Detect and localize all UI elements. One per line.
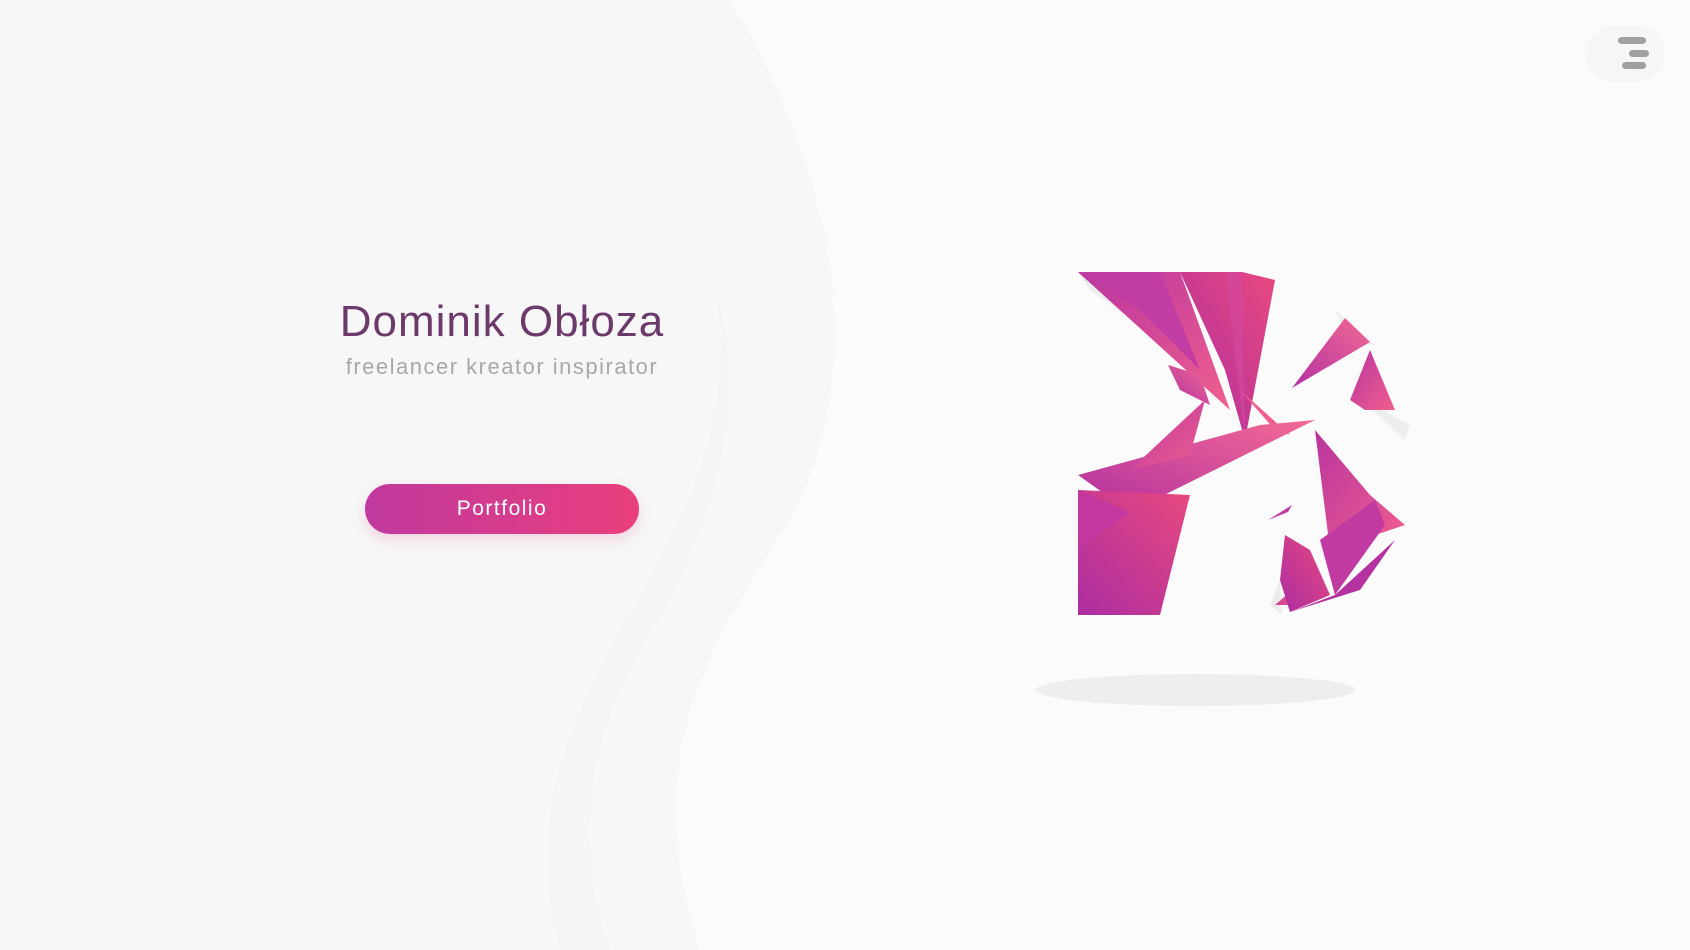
shattered-d-logo-icon: [1035, 272, 1410, 706]
hero-section: Dominik Obłoza freelancer kreator inspir…: [252, 292, 752, 382]
landing-page: Dominik Obłoza freelancer kreator inspir…: [0, 0, 1690, 950]
portfolio-button[interactable]: Portfolio: [365, 484, 639, 534]
hero-name: Dominik Obłoza: [339, 297, 665, 346]
hero-tagline: freelancer kreator inspirator: [345, 354, 659, 379]
hamburger-menu-icon: [1618, 37, 1649, 69]
menu-button[interactable]: [1585, 26, 1665, 82]
